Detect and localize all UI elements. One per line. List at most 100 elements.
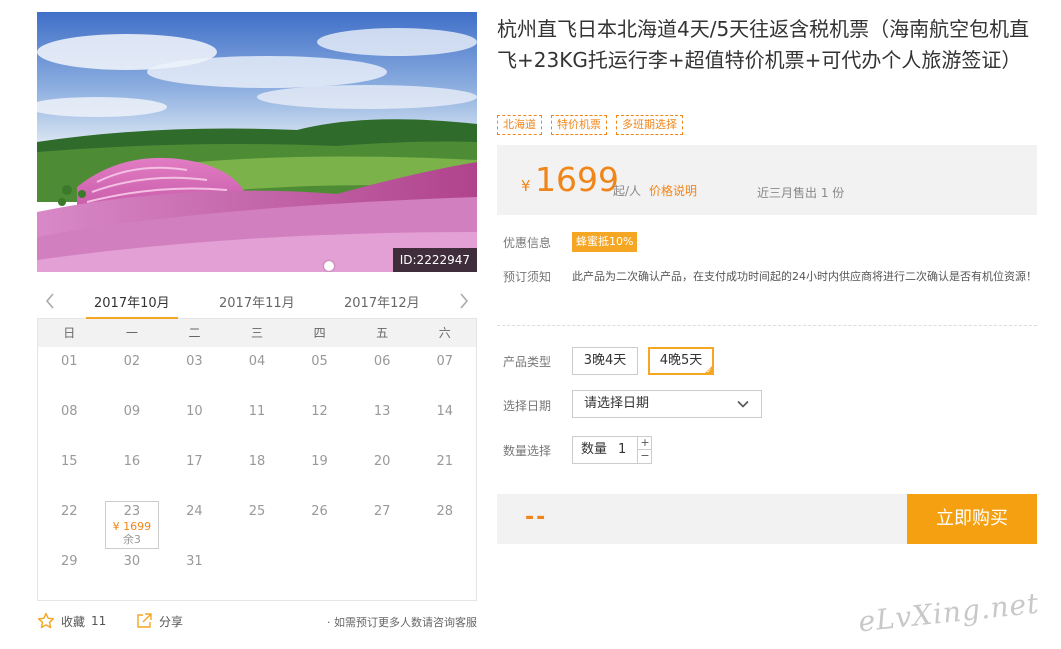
day-number: 24 [186, 504, 203, 519]
sales-count: 近三月售出 1 份 [757, 186, 845, 200]
day-number: 08 [61, 404, 78, 419]
product-tag[interactable]: 北海道 [497, 115, 542, 135]
calendar-day: 21 [413, 447, 476, 497]
product-tag[interactable]: 多班期选择 [616, 115, 683, 135]
day-number: 20 [373, 454, 391, 469]
price-value: 1699 [535, 160, 619, 199]
calendar-day: 07 [413, 347, 476, 397]
day-number: 27 [373, 504, 391, 519]
calendar-day: 05 [288, 347, 351, 397]
quantity-value[interactable]: 1 [618, 437, 626, 463]
calendar-day: 14 [413, 397, 476, 447]
date-label: 选择日期 [503, 399, 552, 413]
tab-month-3[interactable]: 2017年12月 [344, 292, 420, 311]
calendar-day: 26 [288, 497, 351, 547]
chevron-down-icon [737, 400, 749, 408]
day-number: 10 [186, 404, 203, 419]
day-number: 15 [61, 454, 78, 469]
price-calendar: 2017年10月 2017年11月 2017年12月 日一二三四五六 01 02 0… [37, 285, 477, 601]
day-number: 01 [61, 354, 78, 369]
tab-month-2[interactable]: 2017年11月 [219, 292, 295, 311]
calendar-day: 29 [38, 547, 101, 597]
day-number: 21 [436, 454, 453, 469]
total-price: -- [525, 505, 548, 530]
calendar-day: 22 [38, 497, 101, 547]
price-unit: 起/人 [613, 184, 642, 198]
calendar-day[interactable]: 23 ¥ 1699 余3 [101, 497, 164, 549]
buy-bar: -- 立即购买 [497, 494, 1037, 544]
calendar-day: 31 [163, 547, 226, 597]
product-tags: 北海道 特价机票 多班期选择 [497, 115, 683, 135]
calendar-day: 04 [226, 347, 289, 397]
share-icon [137, 613, 152, 628]
type-option-3n4d[interactable]: 3晚4天 [572, 347, 638, 375]
calendar-days-grid: 01 02 03 04 05 06 07 08 09 10 11 12 13 14 15 16 17 18 19 20… [38, 347, 476, 597]
day-number: 05 [311, 354, 328, 369]
promo-badge: 蜂蜜抵10% [572, 232, 638, 252]
quantity-field-label: 数量 [581, 442, 608, 457]
price-explain-link[interactable]: 价格说明 [649, 182, 697, 199]
quantity-label: 数量选择 [503, 444, 552, 458]
calendar-day: 08 [38, 397, 101, 447]
calendar-day: 28 [413, 497, 476, 547]
day-number: 19 [311, 454, 328, 469]
checkmark-icon: ✓ [706, 367, 712, 375]
image-id-label: ID:2222947 [392, 248, 477, 272]
day-number: 29 [61, 554, 78, 569]
promo-label: 优惠信息 [503, 236, 552, 250]
contact-service-note: · 如需预订更多人数请咨询客服 [327, 616, 477, 629]
calendar-day: 11 [226, 397, 289, 447]
favorite-count: 11 [91, 614, 107, 628]
favorite-label: 收藏 [61, 614, 86, 629]
day-number: 18 [248, 454, 266, 469]
calendar-day: 16 [101, 447, 164, 497]
calendar-day: 24 [163, 497, 226, 547]
weekday-label: 六 [438, 326, 451, 340]
day-number: 31 [186, 554, 203, 569]
divider [497, 325, 1037, 326]
weekday-label: 日 [63, 326, 76, 340]
day-number: 12 [311, 404, 328, 419]
share-label: 分享 [159, 614, 184, 629]
day-number: 09 [123, 404, 141, 419]
product-actions: 收藏 11 分享 · 如需预订更多人数请咨询客服 [37, 612, 477, 632]
prev-month-arrow-icon[interactable] [43, 291, 57, 311]
calendar-day: 27 [351, 497, 414, 547]
calendar-day: 10 [163, 397, 226, 447]
product-hero-image: ID:2222947 [37, 12, 477, 272]
buy-now-button[interactable]: 立即购买 [907, 494, 1037, 544]
day-number: 25 [248, 504, 266, 519]
weekday-header: 日一二三四五六 [38, 319, 476, 347]
share-button[interactable]: 分享 [135, 612, 183, 630]
calendar-day: 01 [38, 347, 101, 397]
weekday-label: 三 [251, 326, 264, 340]
currency-symbol: ¥ [521, 177, 531, 195]
weekday-label: 二 [188, 326, 201, 340]
day-number: 30 [123, 554, 141, 569]
day-number: 13 [373, 404, 391, 419]
day-number: 03 [186, 354, 203, 369]
weekday-label: 一 [125, 326, 138, 340]
star-icon [37, 612, 55, 629]
calendar-day: 02 [101, 347, 164, 397]
day-number: 23 [123, 504, 141, 519]
product-tag[interactable]: 特价机票 [551, 115, 607, 135]
day-number: 26 [311, 504, 328, 519]
day-number: 22 [61, 504, 78, 519]
calendar-month-tabs: 2017年10月 2017年11月 2017年12月 [37, 285, 477, 320]
carousel-dot[interactable] [324, 261, 334, 271]
quantity-decrease-button[interactable]: − [637, 450, 652, 463]
calendar-day: 03 [163, 347, 226, 397]
next-month-arrow-icon[interactable] [457, 291, 471, 311]
calendar-day: 12 [288, 397, 351, 447]
calendar-day: 15 [38, 447, 101, 497]
favorite-button[interactable]: 收藏 11 [37, 612, 106, 630]
date-select[interactable]: 请选择日期 [572, 390, 762, 418]
day-number: 16 [123, 454, 141, 469]
type-option-4n5d[interactable]: 4晚5天 ✓ [648, 347, 714, 375]
price-panel: ¥ 1699 起/人 价格说明 近三月售出 1 份 [497, 145, 1037, 215]
tab-month-1[interactable]: 2017年10月 [86, 292, 178, 320]
day-price: ¥ 1699 [112, 520, 152, 533]
flower-field-picture [37, 12, 477, 272]
weekday-label: 五 [376, 326, 389, 340]
